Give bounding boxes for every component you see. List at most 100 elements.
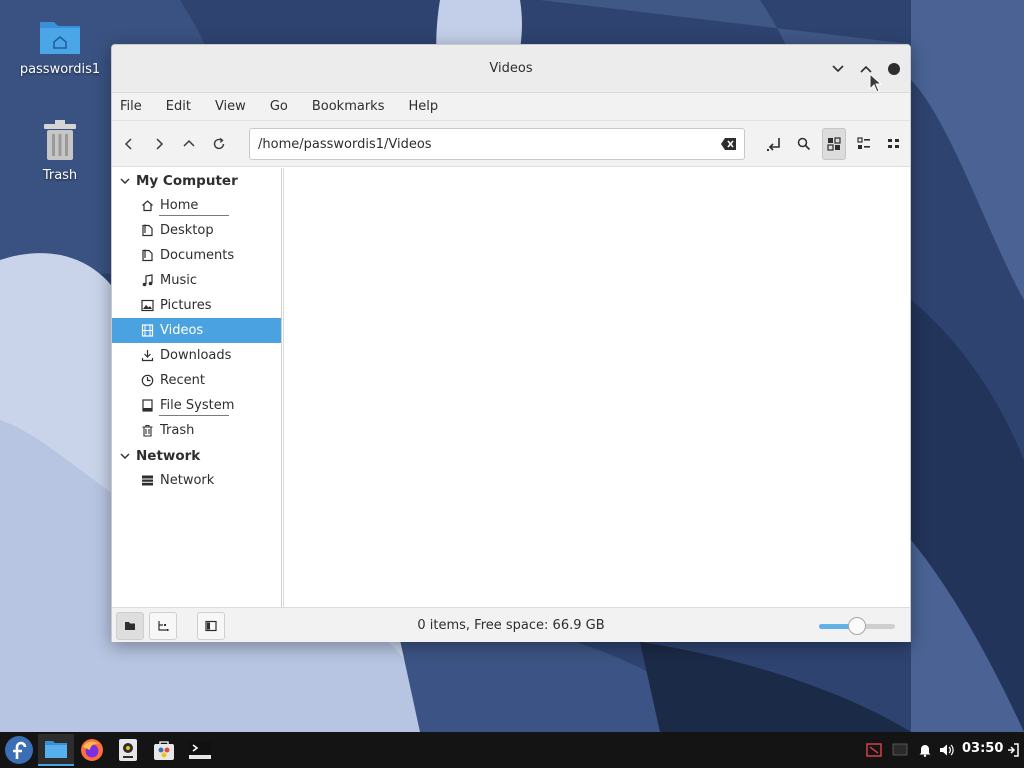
close-button[interactable] [884, 59, 904, 79]
zoom-slider[interactable] [819, 617, 895, 635]
chevron-up-icon [183, 139, 195, 147]
clock[interactable]: 03:50 [962, 741, 1003, 756]
mouse-cursor-icon [869, 73, 883, 93]
volume-icon [940, 744, 954, 756]
sidebar-item-downloads[interactable]: Downloads [112, 343, 281, 368]
taskbar-terminal[interactable] [184, 734, 216, 766]
sidebar-item-label: Documents [160, 248, 235, 263]
sidebar-item-videos[interactable]: Videos [112, 318, 281, 343]
notification-bell-icon [919, 745, 931, 757]
search-icon [797, 137, 811, 151]
up-button[interactable] [177, 132, 201, 156]
reload-button[interactable] [207, 132, 231, 156]
icon-view-icon [827, 137, 841, 151]
toggle-location-button[interactable] [762, 132, 786, 156]
logout-icon [1008, 743, 1019, 757]
application-menu-button[interactable] [2, 734, 36, 766]
desktop-icon [141, 224, 153, 237]
tray-volume[interactable] [938, 734, 956, 766]
sidebar-item-network[interactable]: Network [112, 468, 281, 493]
back-button[interactable] [117, 132, 141, 156]
location-bar[interactable]: /home/passwordis1/Videos [249, 128, 745, 160]
search-button[interactable] [792, 132, 816, 156]
menu-bookmarks[interactable]: Bookmarks [312, 99, 395, 114]
disk-usage-bar [159, 215, 229, 216]
status-text: 0 items, Free space: 66.9 GB [417, 618, 605, 633]
file-manager-icon [45, 741, 67, 758]
menu-bar: File Edit View Go Bookmarks Help [112, 93, 910, 121]
recent-icon [141, 374, 153, 387]
status-bar: 0 items, Free space: 66.9 GB [112, 607, 910, 642]
sidebar-section-my-computer[interactable]: My Computer [112, 168, 281, 193]
location-toggle-icon [767, 138, 780, 151]
tray-notifications[interactable] [916, 734, 934, 766]
sidebar-section-title: Network [136, 447, 201, 464]
fedora-menu-icon [5, 736, 33, 764]
backspace-icon [721, 138, 736, 150]
sidebar-section-title: My Computer [136, 172, 238, 189]
tray-display[interactable] [890, 734, 910, 766]
sidebar-item-desktop[interactable]: Desktop [112, 218, 281, 243]
screen-record-icon [866, 743, 882, 757]
sidebar-item-label: Downloads [160, 348, 232, 363]
taskbar-media-player[interactable] [112, 734, 144, 766]
sidebar-item-label: Recent [160, 373, 205, 388]
icon-view-button[interactable] [822, 128, 846, 160]
display-icon [892, 743, 908, 756]
videos-icon [141, 324, 153, 337]
list-view-button[interactable] [852, 132, 876, 156]
sidebar-item-pictures[interactable]: Pictures [112, 293, 281, 318]
location-path: /home/passwordis1/Videos [258, 136, 432, 152]
chevron-down-icon [832, 65, 844, 73]
tray-logout[interactable] [1004, 734, 1022, 766]
music-icon [142, 274, 153, 287]
minimize-button[interactable] [828, 59, 848, 79]
zoom-slider-handle[interactable] [848, 617, 866, 635]
sidebar-item-documents[interactable]: Documents [112, 243, 281, 268]
window-titlebar[interactable]: Videos [112, 45, 910, 93]
menu-go[interactable]: Go [270, 99, 298, 114]
desktop-icon-label: passwordis1 [19, 62, 101, 77]
trash-icon [44, 120, 76, 160]
file-manager-window: Videos File Edit View Go Bookmarks Help [111, 44, 911, 642]
menu-edit[interactable]: Edit [166, 99, 201, 114]
compact-view-button[interactable] [882, 132, 906, 156]
tray-screen-record[interactable] [864, 734, 884, 766]
taskbar-file-manager[interactable] [38, 734, 74, 766]
chevron-down-icon [120, 453, 130, 459]
close-icon [888, 63, 900, 75]
sidebar-item-home[interactable]: Home [112, 193, 281, 218]
menu-help[interactable]: Help [408, 99, 448, 114]
clear-location-button[interactable] [720, 136, 738, 156]
disk-usage-bar [159, 415, 229, 416]
software-icon [154, 741, 174, 760]
media-icon [119, 739, 137, 761]
sidebar-item-label: Videos [160, 323, 204, 338]
reload-icon [213, 137, 225, 150]
firefox-icon [81, 739, 103, 761]
sidebar-item-label: Pictures [160, 298, 212, 313]
pictures-icon [140, 299, 154, 312]
sidebar-item-trash[interactable]: Trash [112, 418, 281, 443]
compact-view-icon [888, 139, 899, 148]
documents-icon [141, 249, 153, 262]
desktop-icon-trash[interactable]: Trash [10, 118, 110, 183]
downloads-icon [141, 350, 153, 362]
sidebar-item-music[interactable]: Music [112, 268, 281, 293]
desktop-icon-home[interactable]: passwordis1 [10, 16, 110, 77]
file-list-pane[interactable] [283, 168, 910, 607]
sidebar-item-file-system[interactable]: File System [112, 393, 281, 418]
taskbar-software[interactable] [148, 734, 180, 766]
terminal-icon [189, 741, 211, 759]
window-title: Videos [489, 61, 533, 76]
menu-view[interactable]: View [215, 99, 256, 114]
sidebar-section-network[interactable]: Network [112, 443, 281, 468]
home-folder-icon [40, 22, 80, 54]
filesystem-icon [141, 399, 153, 412]
toolbar: /home/passwordis1/Videos [112, 121, 910, 167]
forward-button[interactable] [147, 132, 171, 156]
taskbar-firefox[interactable] [76, 734, 108, 766]
sidebar-item-recent[interactable]: Recent [112, 368, 281, 393]
menu-file[interactable]: File [120, 99, 152, 114]
sidebar-item-label: Trash [160, 423, 195, 438]
